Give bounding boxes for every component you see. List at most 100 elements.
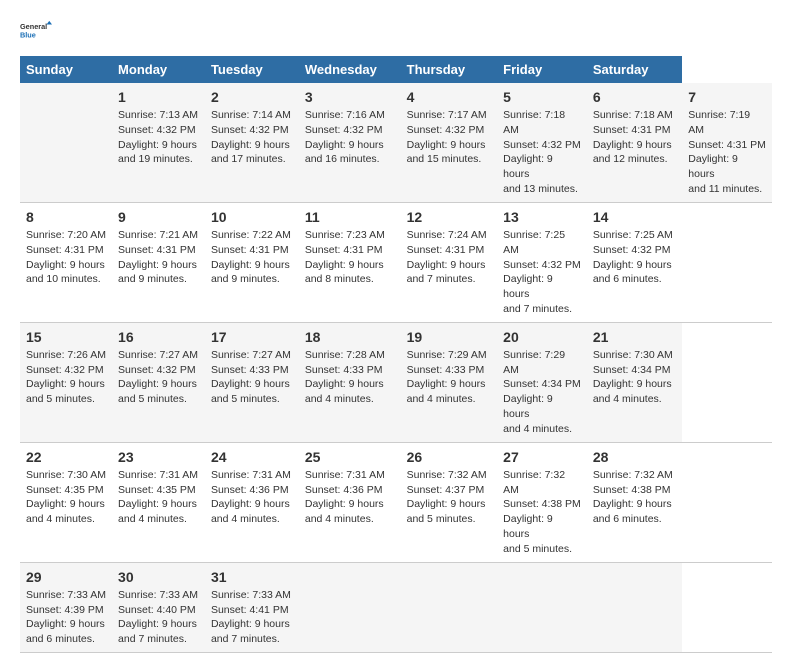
day-info: Sunrise: 7:13 AM Sunset: 4:32 PM Dayligh… [118, 109, 198, 166]
day-info: Sunrise: 7:25 AM Sunset: 4:32 PM Dayligh… [593, 229, 673, 286]
day-cell: 28 Sunrise: 7:32 AM Sunset: 4:38 PM Dayli… [587, 442, 682, 562]
day-info: Sunrise: 7:30 AM Sunset: 4:34 PM Dayligh… [593, 349, 673, 406]
day-number: 5 [503, 88, 581, 107]
day-number: 2 [211, 88, 293, 107]
day-number: 28 [593, 448, 676, 467]
day-number: 23 [118, 448, 199, 467]
day-cell: 17 Sunrise: 7:27 AM Sunset: 4:33 PM Dayli… [205, 322, 299, 442]
day-cell: 21 Sunrise: 7:30 AM Sunset: 4:34 PM Dayli… [587, 322, 682, 442]
day-info: Sunrise: 7:31 AM Sunset: 4:36 PM Dayligh… [305, 469, 385, 526]
header-cell-tuesday: Tuesday [205, 56, 299, 83]
day-cell: 15 Sunrise: 7:26 AM Sunset: 4:32 PM Dayli… [20, 322, 112, 442]
day-cell [587, 562, 682, 652]
day-number: 7 [688, 88, 766, 107]
day-cell: 14Sunrise: 7:25 AM Sunset: 4:32 PM Dayli… [587, 202, 682, 322]
day-number: 31 [211, 568, 293, 587]
day-cell: 30 Sunrise: 7:33 AM Sunset: 4:40 PM Dayli… [112, 562, 205, 652]
day-info: Sunrise: 7:20 AM Sunset: 4:31 PM Dayligh… [26, 229, 106, 286]
day-cell: 10 Sunrise: 7:22 AM Sunset: 4:31 PM Dayli… [205, 202, 299, 322]
day-number: 22 [26, 448, 106, 467]
day-number: 13 [503, 208, 581, 227]
day-info: Sunrise: 7:27 AM Sunset: 4:33 PM Dayligh… [211, 349, 291, 406]
day-info: Sunrise: 7:33 AM Sunset: 4:41 PM Dayligh… [211, 589, 291, 646]
header-cell-friday: Friday [497, 56, 587, 83]
day-cell: 4 Sunrise: 7:17 AM Sunset: 4:32 PM Daylig… [401, 83, 498, 202]
day-info: Sunrise: 7:27 AM Sunset: 4:32 PM Dayligh… [118, 349, 198, 406]
day-cell: 6 Sunrise: 7:18 AM Sunset: 4:31 PM Daylig… [587, 83, 682, 202]
week-row-5: 29 Sunrise: 7:33 AM Sunset: 4:39 PM Dayli… [20, 562, 772, 652]
day-info: Sunrise: 7:21 AM Sunset: 4:31 PM Dayligh… [118, 229, 198, 286]
day-number: 8 [26, 208, 106, 227]
day-info: Sunrise: 7:22 AM Sunset: 4:31 PM Dayligh… [211, 229, 291, 286]
day-cell: 11 Sunrise: 7:23 AM Sunset: 4:31 PM Dayli… [299, 202, 401, 322]
day-number: 17 [211, 328, 293, 347]
day-number: 11 [305, 208, 395, 227]
day-number: 30 [118, 568, 199, 587]
header-cell-saturday: Saturday [587, 56, 682, 83]
day-number: 27 [503, 448, 581, 467]
day-info: Sunrise: 7:25 AM Sunset: 4:32 PM Dayligh… [503, 229, 581, 315]
day-cell: 7 Sunrise: 7:19 AM Sunset: 4:31 PM Daylig… [682, 83, 772, 202]
day-cell [299, 562, 401, 652]
empty-cell [20, 83, 112, 202]
day-cell: 5Sunrise: 7:18 AM Sunset: 4:32 PM Daylig… [497, 83, 587, 202]
day-number: 3 [305, 88, 395, 107]
day-info: Sunrise: 7:32 AM Sunset: 4:38 PM Dayligh… [503, 469, 581, 555]
day-cell: 20Sunrise: 7:29 AM Sunset: 4:34 PM Dayli… [497, 322, 587, 442]
day-cell: 13 Sunrise: 7:25 AM Sunset: 4:32 PM Dayli… [497, 202, 587, 322]
calendar-table: SundayMondayTuesdayWednesdayThursdayFrid… [20, 56, 772, 653]
day-info: Sunrise: 7:32 AM Sunset: 4:38 PM Dayligh… [593, 469, 673, 526]
header-cell-thursday: Thursday [401, 56, 498, 83]
day-cell: 24Sunrise: 7:31 AM Sunset: 4:36 PM Dayli… [205, 442, 299, 562]
week-row-3: 15 Sunrise: 7:26 AM Sunset: 4:32 PM Dayli… [20, 322, 772, 442]
day-number: 19 [407, 328, 492, 347]
day-cell: 19 Sunrise: 7:29 AM Sunset: 4:33 PM Dayli… [401, 322, 498, 442]
day-number: 4 [407, 88, 492, 107]
header-cell-sunday: Sunday [20, 56, 112, 83]
day-number: 9 [118, 208, 199, 227]
day-cell: 29 Sunrise: 7:33 AM Sunset: 4:39 PM Dayli… [20, 562, 112, 652]
day-info: Sunrise: 7:26 AM Sunset: 4:32 PM Dayligh… [26, 349, 106, 406]
day-cell: 1 Sunrise: 7:13 AM Sunset: 4:32 PM Daylig… [112, 83, 205, 202]
day-info: Sunrise: 7:28 AM Sunset: 4:33 PM Dayligh… [305, 349, 385, 406]
day-info: Sunrise: 7:33 AM Sunset: 4:40 PM Dayligh… [118, 589, 198, 646]
day-number: 12 [407, 208, 492, 227]
day-cell: 12Sunrise: 7:24 AM Sunset: 4:31 PM Dayli… [401, 202, 498, 322]
day-number: 24 [211, 448, 293, 467]
day-cell: 25 Sunrise: 7:31 AM Sunset: 4:36 PM Dayli… [299, 442, 401, 562]
day-number: 29 [26, 568, 106, 587]
day-cell: 22 Sunrise: 7:30 AM Sunset: 4:35 PM Dayli… [20, 442, 112, 562]
day-info: Sunrise: 7:17 AM Sunset: 4:32 PM Dayligh… [407, 109, 487, 166]
header-cell-monday: Monday [112, 56, 205, 83]
day-number: 15 [26, 328, 106, 347]
day-cell: 18 Sunrise: 7:28 AM Sunset: 4:33 PM Dayli… [299, 322, 401, 442]
day-info: Sunrise: 7:29 AM Sunset: 4:33 PM Dayligh… [407, 349, 487, 406]
day-info: Sunrise: 7:29 AM Sunset: 4:34 PM Dayligh… [503, 349, 581, 435]
day-info: Sunrise: 7:33 AM Sunset: 4:39 PM Dayligh… [26, 589, 106, 646]
day-info: Sunrise: 7:16 AM Sunset: 4:32 PM Dayligh… [305, 109, 385, 166]
week-row-2: 8 Sunrise: 7:20 AM Sunset: 4:31 PM Daylig… [20, 202, 772, 322]
svg-text:General: General [20, 22, 47, 31]
day-info: Sunrise: 7:14 AM Sunset: 4:32 PM Dayligh… [211, 109, 291, 166]
day-info: Sunrise: 7:23 AM Sunset: 4:31 PM Dayligh… [305, 229, 385, 286]
day-number: 18 [305, 328, 395, 347]
day-cell: 8 Sunrise: 7:20 AM Sunset: 4:31 PM Daylig… [20, 202, 112, 322]
day-number: 10 [211, 208, 293, 227]
week-row-1: 1 Sunrise: 7:13 AM Sunset: 4:32 PM Daylig… [20, 83, 772, 202]
day-cell: 3 Sunrise: 7:16 AM Sunset: 4:32 PM Daylig… [299, 83, 401, 202]
day-cell [401, 562, 498, 652]
day-cell: 27 Sunrise: 7:32 AM Sunset: 4:38 PM Dayli… [497, 442, 587, 562]
day-info: Sunrise: 7:30 AM Sunset: 4:35 PM Dayligh… [26, 469, 106, 526]
day-number: 16 [118, 328, 199, 347]
day-number: 25 [305, 448, 395, 467]
day-number: 1 [118, 88, 199, 107]
logo: GeneralBlue [20, 16, 52, 44]
header: GeneralBlue [20, 16, 772, 44]
day-number: 21 [593, 328, 676, 347]
day-cell: 16 Sunrise: 7:27 AM Sunset: 4:32 PM Dayli… [112, 322, 205, 442]
day-cell: 23Sunrise: 7:31 AM Sunset: 4:35 PM Dayli… [112, 442, 205, 562]
week-row-4: 22 Sunrise: 7:30 AM Sunset: 4:35 PM Dayli… [20, 442, 772, 562]
day-info: Sunrise: 7:19 AM Sunset: 4:31 PM Dayligh… [688, 109, 766, 195]
day-info: Sunrise: 7:18 AM Sunset: 4:31 PM Dayligh… [593, 109, 673, 166]
day-number: 6 [593, 88, 676, 107]
